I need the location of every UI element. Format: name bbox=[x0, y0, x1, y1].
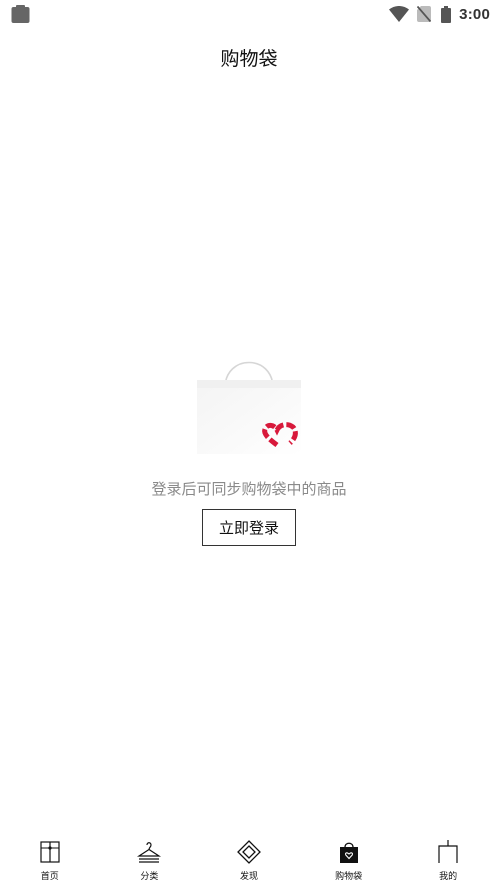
nav-label-discover: 发现 bbox=[239, 872, 258, 882]
status-bar: 3:00 bbox=[0, 0, 498, 28]
shopping-bag-icon bbox=[339, 842, 358, 863]
nav-label-category: 分类 bbox=[140, 872, 159, 882]
app-notification-icon bbox=[11, 5, 30, 23]
nav-item-shopping-bag[interactable]: 购物袋 bbox=[299, 832, 399, 885]
gift-box-icon bbox=[40, 841, 60, 863]
nav-label-profile: 我的 bbox=[439, 872, 458, 882]
nav-item-discover[interactable]: 发现 bbox=[199, 832, 299, 885]
profile-door-icon bbox=[438, 840, 458, 863]
shopping-bag-screen: 3:00 购物袋 登录后可同步购物袋中的商品 立即登录 首页 分类 发现 购物袋… bbox=[0, 0, 498, 885]
status-icons: 3:00 bbox=[389, 4, 490, 24]
page-title: 购物袋 bbox=[220, 48, 278, 70]
nav-item-home[interactable]: 首页 bbox=[0, 832, 100, 885]
login-now-button[interactable]: 立即登录 bbox=[202, 509, 296, 546]
nav-item-category[interactable]: 分类 bbox=[100, 832, 200, 885]
diamond-icon bbox=[237, 840, 261, 864]
status-time: 3:00 bbox=[459, 5, 490, 23]
shopping-bag-heart-icon bbox=[197, 361, 301, 454]
no-sim-icon bbox=[417, 6, 432, 22]
nav-label-home: 首页 bbox=[40, 872, 59, 882]
wifi-icon bbox=[389, 6, 410, 22]
empty-state-message: 登录后可同步购物袋中的商品 bbox=[151, 480, 347, 498]
bottom-nav: 首页 分类 发现 购物袋 我的 bbox=[0, 832, 498, 885]
hanger-icon bbox=[137, 842, 162, 863]
nav-item-profile[interactable]: 我的 bbox=[398, 832, 498, 885]
nav-label-shopping-bag: 购物袋 bbox=[335, 872, 363, 882]
battery-icon bbox=[441, 5, 452, 23]
